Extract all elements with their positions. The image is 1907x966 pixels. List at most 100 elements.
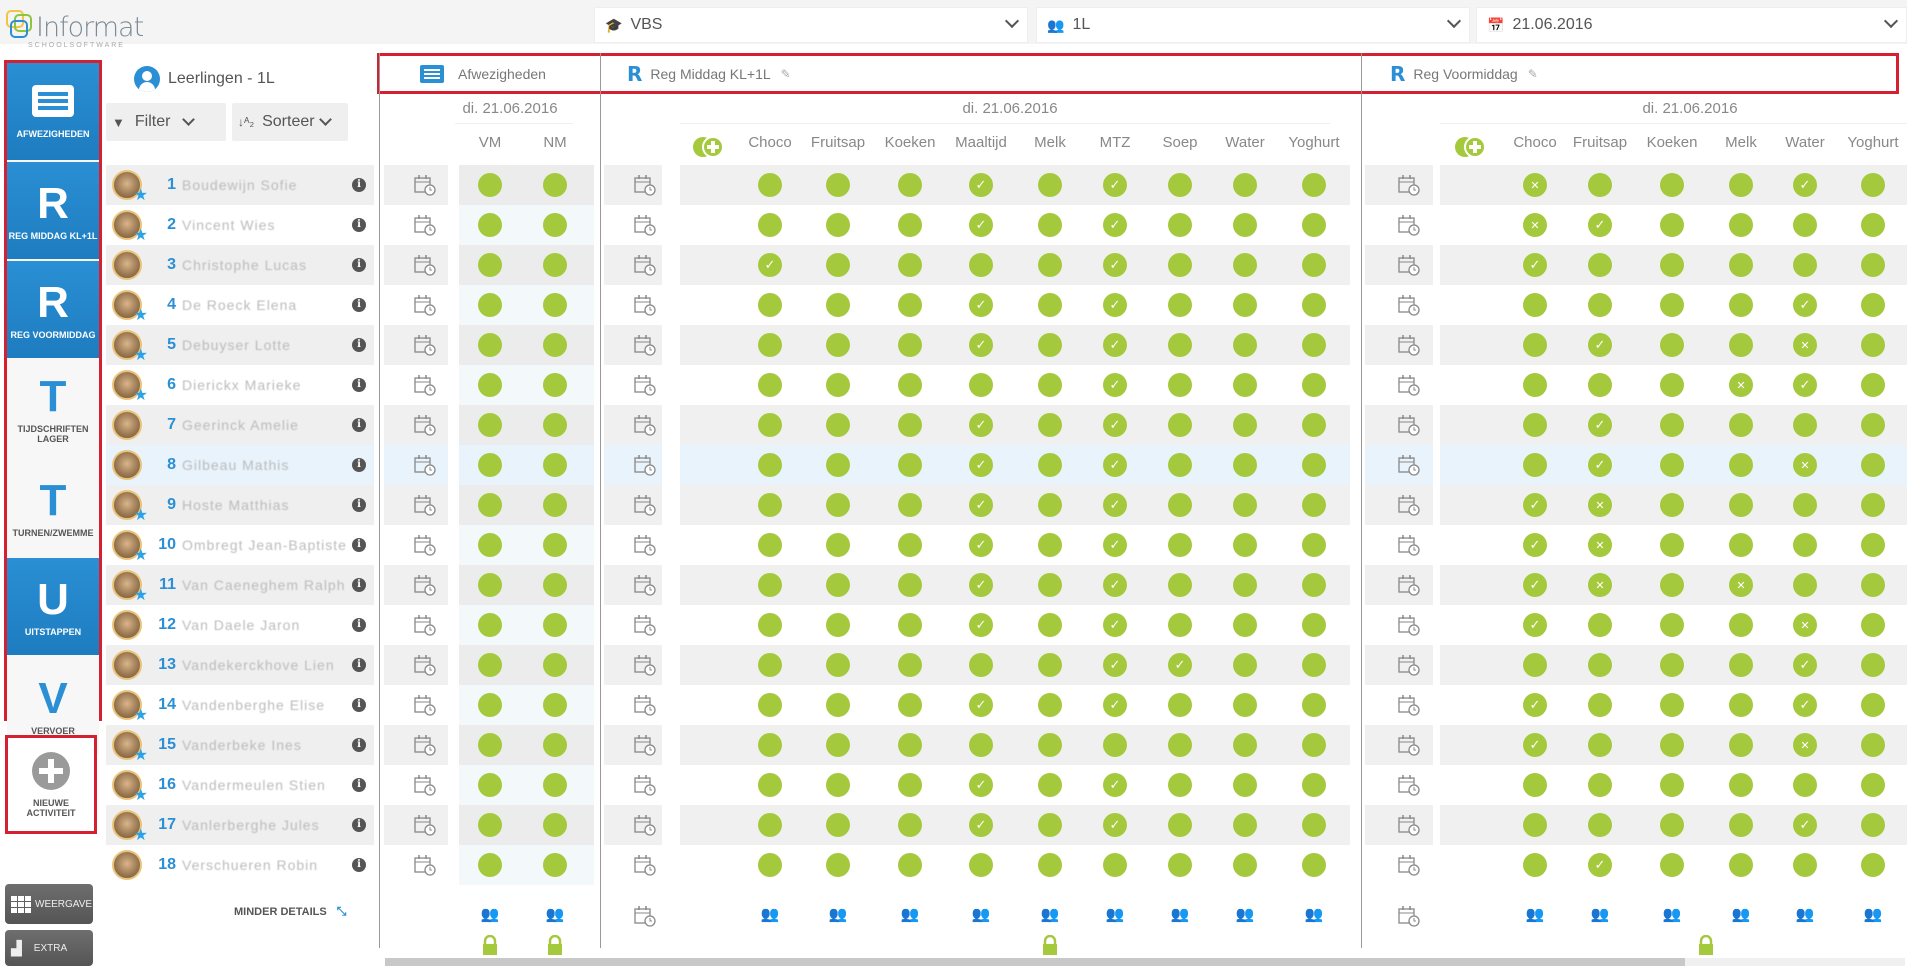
- status-dot-icon[interactable]: [1302, 253, 1326, 277]
- status-check-icon[interactable]: [1103, 693, 1127, 717]
- status-dot-icon[interactable]: [1861, 253, 1885, 277]
- calendar-clock-icon[interactable]: [634, 254, 656, 276]
- student-row[interactable]: 8 Gilbeau Mathis i: [106, 445, 374, 485]
- status-cross-icon[interactable]: [1729, 573, 1753, 597]
- info-icon[interactable]: i: [352, 538, 366, 552]
- status-dot-icon[interactable]: [758, 373, 782, 397]
- status-dot-icon[interactable]: [1233, 213, 1257, 237]
- status-dot-icon[interactable]: [543, 813, 567, 837]
- calendar-clock-icon[interactable]: [414, 214, 436, 236]
- calendar-clock-icon[interactable]: [414, 774, 436, 796]
- status-dot-icon[interactable]: [1793, 213, 1817, 237]
- status-dot-icon[interactable]: [1588, 373, 1612, 397]
- student-name[interactable]: Vanderbeke Ines: [182, 737, 352, 753]
- minder-details-button[interactable]: MINDER DETAILS ⤡: [234, 904, 346, 919]
- status-dot-icon[interactable]: [478, 693, 502, 717]
- status-dot-icon[interactable]: [1233, 493, 1257, 517]
- info-icon[interactable]: i: [352, 578, 366, 592]
- student-name[interactable]: Gilbeau Mathis: [182, 457, 352, 473]
- status-dot-icon[interactable]: [543, 253, 567, 277]
- calendar-clock-icon[interactable]: [414, 374, 436, 396]
- calendar-clock-icon[interactable]: [414, 254, 436, 276]
- status-dot-icon[interactable]: [478, 293, 502, 317]
- status-dot-icon[interactable]: [758, 333, 782, 357]
- status-dot-icon[interactable]: [1302, 533, 1326, 557]
- pencil-icon[interactable]: ✎: [781, 67, 791, 81]
- status-dot-icon[interactable]: [1660, 813, 1684, 837]
- status-dot-icon[interactable]: [1793, 533, 1817, 557]
- status-dot-icon[interactable]: [543, 333, 567, 357]
- status-dot-icon[interactable]: [898, 733, 922, 757]
- status-dot-icon[interactable]: [758, 453, 782, 477]
- weergave-button[interactable]: WEERGAVE: [5, 884, 93, 924]
- calendar-clock-icon[interactable]: [1398, 854, 1420, 876]
- status-check-icon[interactable]: [1793, 693, 1817, 717]
- status-dot-icon[interactable]: [1168, 533, 1192, 557]
- status-dot-icon[interactable]: [478, 853, 502, 877]
- status-dot-icon[interactable]: [1729, 333, 1753, 357]
- student-name[interactable]: Geerinck Amelie: [182, 417, 352, 433]
- status-dot-icon[interactable]: [1729, 293, 1753, 317]
- status-dot-icon[interactable]: [1038, 253, 1062, 277]
- calendar-clock-icon[interactable]: [634, 774, 656, 796]
- info-icon[interactable]: i: [352, 738, 366, 752]
- new-activity-button[interactable]: NIEUWE ACTIVITEIT: [5, 735, 97, 834]
- calendar-clock-icon[interactable]: [634, 694, 656, 716]
- status-check-icon[interactable]: [1103, 573, 1127, 597]
- status-dot-icon[interactable]: [1168, 293, 1192, 317]
- student-row[interactable]: 3 Christophe Lucas i: [106, 245, 374, 285]
- calendar-clock-icon[interactable]: [1398, 214, 1420, 236]
- status-dot-icon[interactable]: [478, 613, 502, 637]
- status-dot-icon[interactable]: [969, 653, 993, 677]
- status-check-icon[interactable]: [1103, 253, 1127, 277]
- calendar-clock-icon[interactable]: [634, 334, 656, 356]
- calendar-clock-icon[interactable]: [1398, 294, 1420, 316]
- status-dot-icon[interactable]: [543, 853, 567, 877]
- date-select[interactable]: 📅 21.06.2016: [1476, 7, 1907, 43]
- student-name[interactable]: Ombregt Jean-Baptiste: [182, 537, 352, 553]
- status-dot-icon[interactable]: [1233, 853, 1257, 877]
- column-header[interactable]: Fruitsap: [1565, 134, 1635, 151]
- status-dot-icon[interactable]: [1233, 533, 1257, 557]
- calendar-clock-icon[interactable]: [1398, 414, 1420, 436]
- calendar-clock-icon[interactable]: [1398, 614, 1420, 636]
- status-dot-icon[interactable]: [1660, 293, 1684, 317]
- status-dot-icon[interactable]: [1729, 173, 1753, 197]
- status-dot-icon[interactable]: [1038, 373, 1062, 397]
- lock-icon[interactable]: [547, 934, 563, 955]
- group-icon[interactable]: 👥: [478, 905, 502, 923]
- status-dot-icon[interactable]: [1523, 453, 1547, 477]
- status-dot-icon[interactable]: [898, 493, 922, 517]
- status-cross-icon[interactable]: [1588, 493, 1612, 517]
- status-dot-icon[interactable]: [1168, 733, 1192, 757]
- calendar-clock-icon[interactable]: [634, 374, 656, 396]
- group-icon[interactable]: 👥: [1302, 905, 1326, 923]
- group-icon[interactable]: 👥: [758, 905, 782, 923]
- status-dot-icon[interactable]: [478, 773, 502, 797]
- status-dot-icon[interactable]: [1660, 493, 1684, 517]
- status-cross-icon[interactable]: [1523, 213, 1547, 237]
- status-check-icon[interactable]: [969, 213, 993, 237]
- group-icon[interactable]: 👥: [1168, 905, 1192, 923]
- status-dot-icon[interactable]: [1588, 653, 1612, 677]
- status-dot-icon[interactable]: [1168, 333, 1192, 357]
- info-icon[interactable]: i: [352, 618, 366, 632]
- status-dot-icon[interactable]: [543, 613, 567, 637]
- extra-button[interactable]: ▟ EXTRA: [5, 930, 93, 966]
- status-dot-icon[interactable]: [1793, 413, 1817, 437]
- calendar-clock-icon[interactable]: [414, 414, 436, 436]
- group-icon[interactable]: 👥: [1038, 905, 1062, 923]
- status-dot-icon[interactable]: [898, 293, 922, 317]
- status-dot-icon[interactable]: [1729, 413, 1753, 437]
- status-dot-icon[interactable]: [898, 773, 922, 797]
- calendar-clock-icon[interactable]: [634, 614, 656, 636]
- status-dot-icon[interactable]: [826, 573, 850, 597]
- status-dot-icon[interactable]: [758, 173, 782, 197]
- student-name[interactable]: Dierickx Marieke: [182, 377, 352, 393]
- calendar-clock-icon[interactable]: [634, 734, 656, 756]
- status-dot-icon[interactable]: [478, 493, 502, 517]
- status-dot-icon[interactable]: [826, 813, 850, 837]
- calendar-clock-icon[interactable]: [414, 814, 436, 836]
- status-cross-icon[interactable]: [1729, 373, 1753, 397]
- status-check-icon[interactable]: [1103, 333, 1127, 357]
